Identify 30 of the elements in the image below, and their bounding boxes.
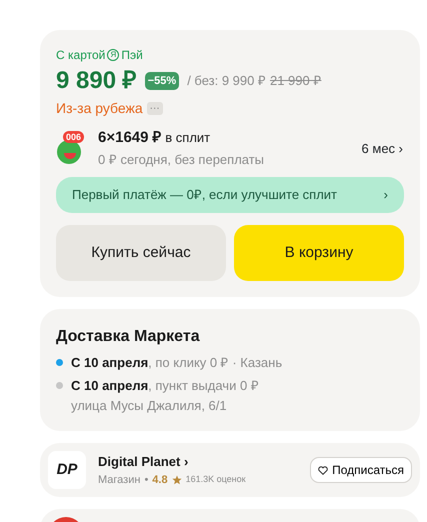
add-to-cart-button[interactable]: В корзину [234,224,404,281]
watermelon-icon [56,139,82,166]
delivery-title: Доставка Маркета [56,326,201,347]
split-amount: 6×1649 ₽ [98,129,162,146]
split-subtitle: 0 ₽ сегодня, без переплаты [98,150,266,169]
split-term-link[interactable]: 6 мес › [360,138,404,160]
pay-label: С картой [56,47,106,64]
origin-label: Из-за рубежа [56,99,143,118]
old-price: 21 990 ₽ [270,72,322,90]
pickup-address: улица Мусы Джалиля, 6/1 [71,396,228,415]
shop-logo: DP [48,451,86,490]
discount-badge: −55% [144,72,180,90]
split-label: в сплит [165,130,210,146]
delivery-option: С 10 апреля, пункт выдачи 0 ₽ [71,376,259,396]
buy-now-button[interactable]: Купить сейчас [56,224,226,281]
shop-name-link[interactable]: Digital Planet › [98,452,302,472]
shop-rating: 4.8 [152,472,168,488]
regular-price-label: / без: 9 990 ₽ [187,72,266,90]
subscribe-button[interactable]: Подписаться [310,457,412,484]
split-badge: 006 [63,131,84,144]
pay-logo: Я [107,49,120,61]
price: 9 890 ₽ [56,68,137,94]
shop-type: Магазин [98,472,140,488]
split-promo-button[interactable]: Первый платёж — 0₽, если улучшите сплит › [56,177,404,213]
heart-icon [318,466,328,475]
pay-label: Пэй [121,47,143,64]
separator-dot: • [144,472,148,488]
review-count: 161.3K оценок [186,473,246,486]
delivery-option: С 10 апреля, по клику 0 ₽ · Казань [71,352,282,372]
star-icon [172,475,182,486]
